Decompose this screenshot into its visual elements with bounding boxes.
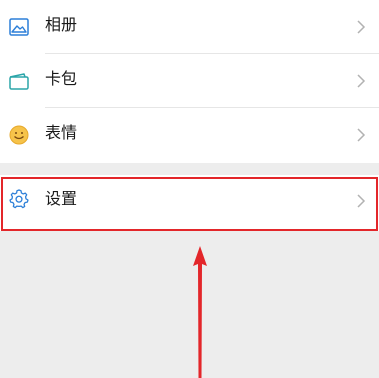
menu-group: 相册 卡包 表情 (0, 0, 379, 163)
annotation-arrow-icon (193, 246, 207, 378)
menu-item-label: 相册 (45, 15, 78, 34)
card-wallet-icon (8, 71, 30, 91)
menu-item-settings[interactable]: 设置 (0, 175, 379, 231)
menu-item-label: 表情 (45, 123, 78, 142)
photo-album-icon (8, 17, 30, 37)
wechat-me-page: 相册 卡包 表情 设置 (0, 0, 379, 378)
emoji-smile-icon (8, 125, 30, 145)
chevron-right-icon (356, 193, 366, 209)
menu-item-label: 设置 (45, 189, 78, 208)
chevron-right-icon (356, 73, 366, 89)
menu-item-card-wallet[interactable]: 卡包 (0, 54, 379, 108)
chevron-right-icon (356, 19, 366, 35)
menu-item-emoji[interactable]: 表情 (0, 108, 379, 162)
menu-item-label: 卡包 (45, 69, 78, 88)
chevron-right-icon (356, 127, 366, 143)
menu-item-album[interactable]: 相册 (0, 0, 379, 54)
gear-icon (8, 188, 30, 209)
